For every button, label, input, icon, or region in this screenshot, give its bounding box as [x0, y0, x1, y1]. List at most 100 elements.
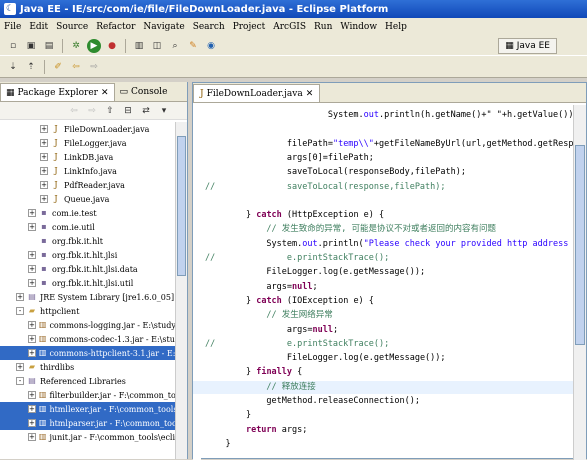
tree-item[interactable]: + J PdfReader.java [0, 178, 176, 192]
tree-item[interactable]: + ▤ JRE System Library [jre1.6.0_05] [0, 290, 176, 304]
collapse-icon[interactable]: - [16, 377, 24, 385]
scrollbar-thumb[interactable] [177, 136, 186, 276]
run-icon[interactable]: ▶ [87, 38, 101, 53]
expand-icon[interactable]: + [28, 335, 36, 343]
expand-icon[interactable]: + [40, 125, 48, 133]
new-icon[interactable]: ▫ [6, 39, 20, 53]
expand-icon[interactable]: + [28, 279, 36, 287]
tree-item[interactable]: +▥htmlparser.jar - F:\common_tools\ec [0, 416, 176, 430]
editor-tab[interactable]: J FileDownLoader.java ✕ [193, 84, 321, 102]
tree-item[interactable]: + J LinkDB.java [0, 150, 176, 164]
menu-item-arcgis[interactable]: ArcGIS [273, 22, 306, 32]
tree-item[interactable]: + ▥ htmllexer.jar - F:\common_tools\ec [0, 402, 176, 416]
tree-item-label: JRE System Library [jre1.6.0_05] [40, 292, 175, 302]
tree-item[interactable]: + J LinkInfo.java [0, 164, 176, 178]
code-line: getMethod.releaseConnection(); [205, 395, 420, 408]
globe-icon[interactable]: ◉ [204, 39, 218, 53]
expand-icon[interactable]: + [28, 349, 36, 357]
up-icon[interactable]: ⇧ [103, 104, 117, 118]
search-icon[interactable]: ⌕ [168, 39, 182, 53]
expand-icon[interactable]: + [28, 265, 36, 273]
save-icon[interactable]: ▣ [24, 39, 38, 53]
code-area[interactable]: System.out.println(h.getName()+" "+h.get… [193, 105, 573, 460]
menu-item-navigate[interactable]: Navigate [143, 22, 184, 32]
menu-item-window[interactable]: Window [340, 22, 377, 32]
tree-item[interactable]: + ▪ org.fbk.it.hlt.jlsi.util [0, 276, 176, 290]
tab-console[interactable]: ▭ Console [115, 83, 173, 101]
code-token: out [302, 238, 318, 249]
tree-item[interactable]: + ▪ com.ie.util [0, 220, 176, 234]
expand-icon[interactable]: + [28, 433, 36, 441]
expand-icon[interactable]: + [28, 419, 36, 427]
back-icon[interactable]: ⇦ [67, 104, 81, 118]
tree-scrollbar[interactable] [175, 122, 187, 459]
expand-icon[interactable]: + [28, 223, 36, 231]
print-icon[interactable]: ▤ [42, 39, 56, 53]
menu-item-edit[interactable]: Edit [29, 22, 48, 32]
library-icon: ▤ [28, 376, 36, 385]
tree-item[interactable]: - ▤ Referenced Libraries [0, 374, 176, 388]
tree-item[interactable]: + J FileLogger.java [0, 136, 176, 150]
previous-annotation-icon[interactable]: ⇡ [24, 60, 38, 74]
tree-item[interactable]: + J Queue.java [0, 192, 176, 206]
close-icon[interactable]: ✕ [101, 88, 109, 98]
expand-icon[interactable]: + [28, 321, 36, 329]
tree-item[interactable]: +▥commons-logging.jar - E:\study\proj [0, 318, 176, 332]
back-icon[interactable]: ⇦ [69, 60, 83, 74]
link-with-editor-icon[interactable]: ⇄ [139, 104, 153, 118]
tree-item[interactable]: + ▪ org.fbk.it.hlt.jlsi.data [0, 262, 176, 276]
expand-icon[interactable]: + [40, 195, 48, 203]
code-token: .println( [317, 238, 364, 249]
editor-scrollbar[interactable] [573, 105, 586, 460]
expand-icon[interactable]: + [28, 209, 36, 217]
perspective-switcher[interactable]: ▦ Java EE [498, 38, 557, 54]
expand-icon[interactable]: + [40, 181, 48, 189]
annotation-icon[interactable]: ✎ [186, 39, 200, 53]
forward-icon[interactable]: ⇨ [87, 60, 101, 74]
menu-item-file[interactable]: File [4, 22, 21, 32]
open-type-icon[interactable]: ◫ [150, 39, 164, 53]
tree-item[interactable]: + ▰ thirdlibs [0, 360, 176, 374]
tree-item-label: Referenced Libraries [40, 376, 126, 386]
code-token: } [225, 438, 231, 449]
new-server-icon[interactable]: ▥ [132, 39, 146, 53]
scrollbar-thumb[interactable] [575, 145, 585, 345]
menu-item-help[interactable]: Help [385, 22, 407, 32]
view-menu-icon[interactable]: ▾ [157, 104, 171, 118]
menu-item-refactor[interactable]: Refactor [96, 22, 135, 32]
tree-item[interactable]: + ▥ filterbuilder.jar - F:\common_tools [0, 388, 176, 402]
tree-item[interactable]: +▥commons-httpclient-3.1.jar - E:\stu [0, 346, 176, 360]
tree-item[interactable]: + ▪ com.ie.test [0, 206, 176, 220]
menu-item-search[interactable]: Search [193, 22, 225, 32]
tree-item[interactable]: + ▥ junit.jar - F:\common_tools\eclipse [0, 430, 176, 444]
tree-item[interactable]: + J FileDownLoader.java [0, 122, 176, 136]
expand-icon[interactable]: + [40, 153, 48, 161]
menu-item-source[interactable]: Source [56, 22, 88, 32]
tree-item[interactable]: ▪ org.fbk.it.hlt [0, 234, 176, 248]
tree-item[interactable]: +▥commons-codec-1.3.jar - E:\study\pr [0, 332, 176, 346]
tree-item[interactable]: + ▪ org.fbk.it.hlt.jlsi [0, 248, 176, 262]
menu-item-run[interactable]: Run [314, 22, 332, 32]
last-edit-icon[interactable]: ✐ [51, 60, 65, 74]
external-tools-icon[interactable]: ● [105, 39, 119, 53]
menu-item-project[interactable]: Project [233, 22, 266, 32]
tree-item-label: htmllexer.jar - F:\common_tools\ec [49, 404, 176, 414]
forward-icon[interactable]: ⇨ [85, 104, 99, 118]
collapse-all-icon[interactable]: ⊟ [121, 104, 135, 118]
tree-item[interactable]: - ▰ httpclient [0, 304, 176, 318]
code-token: // 发生致命的异常, 可能是协议不对或者返回的内容有问题 [266, 224, 497, 235]
expand-icon[interactable]: + [16, 293, 24, 301]
expand-icon[interactable]: + [28, 405, 36, 413]
debug-icon[interactable]: ✲ [69, 39, 83, 53]
secondary-toolbar: ⇣ ⇡ ✐ ⇦ ⇨ [0, 56, 587, 78]
collapse-icon[interactable]: - [16, 307, 24, 315]
expand-icon[interactable]: + [40, 167, 48, 175]
expand-icon[interactable]: + [40, 139, 48, 147]
code-line: args[0]=filePath; [205, 152, 374, 165]
next-annotation-icon[interactable]: ⇣ [6, 60, 20, 74]
expand-icon[interactable]: + [28, 251, 36, 259]
close-icon[interactable]: ✕ [306, 89, 314, 99]
tab-package-explorer[interactable]: ▦ Package Explorer ✕ [0, 83, 115, 101]
expand-icon[interactable]: + [16, 363, 24, 371]
expand-icon[interactable]: + [28, 391, 36, 399]
